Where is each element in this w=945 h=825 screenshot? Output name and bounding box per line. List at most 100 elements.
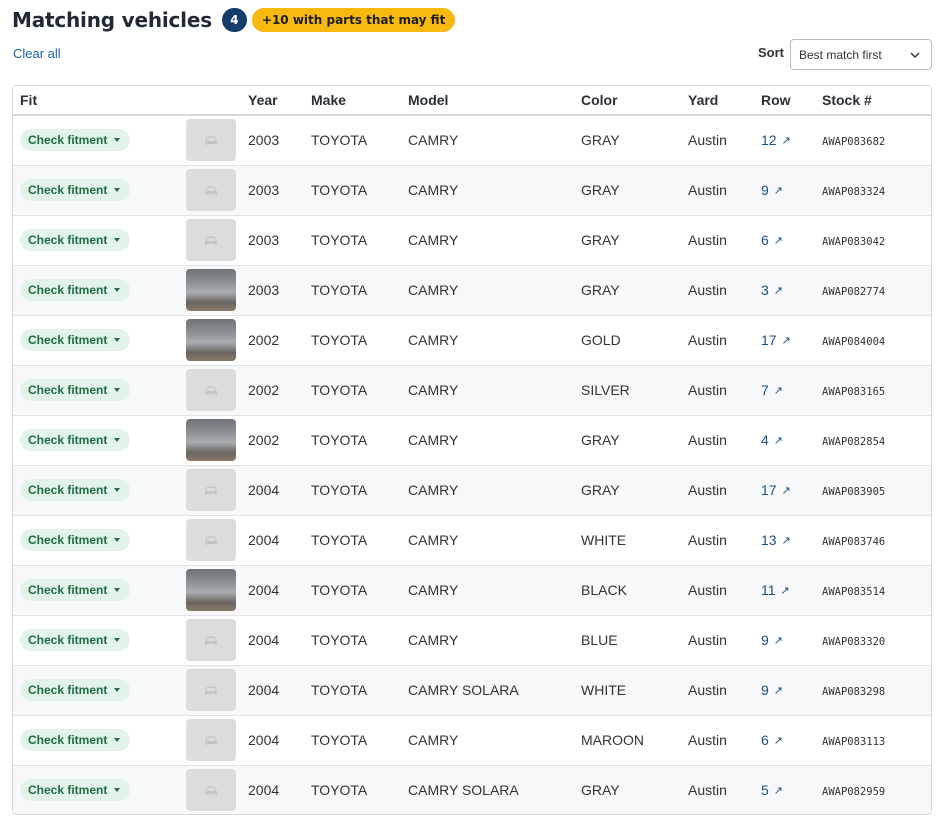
sort-selected-value: Best match first [799, 47, 882, 62]
color-cell: GRAY [581, 265, 688, 316]
stock-cell: AWAP082854 [822, 415, 931, 466]
table-row[interactable]: Check fitment 2002 TOYOTA CAMRY SILVER Austin… [13, 365, 931, 416]
row-link[interactable]: 17 ↗ [761, 332, 791, 348]
col-header-fit: Fit [13, 86, 186, 116]
page-title: Matching vehicles [12, 8, 212, 32]
col-header-make: Make [311, 86, 408, 116]
vehicle-thumbnail[interactable] [186, 469, 236, 511]
table-row[interactable]: Check fitment 2003 TOYOTA CAMRY GRAY Austin 6 ↗… [13, 215, 931, 266]
row-link[interactable]: 9 ↗ [761, 632, 783, 648]
table-row[interactable]: Check fitment 2004 TOYOTA CAMRY WHITE Austin 1… [13, 515, 931, 566]
row-link[interactable]: 11 ↗ [761, 582, 790, 598]
vehicle-thumbnail[interactable] [186, 219, 236, 261]
arrow-up-right-icon: ↗ [773, 284, 784, 297]
row-link[interactable]: 5 ↗ [761, 782, 783, 798]
check-fitment-button[interactable]: Check fitment [20, 729, 131, 751]
check-fitment-button[interactable]: Check fitment [20, 779, 131, 802]
fit-cell: Check fitment [13, 265, 186, 316]
model-cell: CAMRY [408, 615, 581, 666]
fit-cell: Check fitment [13, 215, 186, 266]
vehicle-thumbnail[interactable] [186, 369, 236, 411]
vehicle-thumbnail[interactable] [186, 619, 236, 661]
check-fitment-button[interactable]: Check fitment [20, 629, 131, 651]
check-fitment-button[interactable]: Check fitment [20, 329, 131, 351]
vehicles-table: Fit Year Make Model Color Yard Row Stock… [12, 85, 932, 815]
table-row[interactable]: Check fitment 2004 TOYOTA CAMRY SOLARA GRAY A… [13, 765, 931, 814]
table-row[interactable]: Check fitment 2004 TOYOTA CAMRY MAROON Austin… [13, 715, 931, 766]
row-link[interactable]: 12 ↗ [761, 132, 791, 148]
check-fitment-button[interactable]: Check fitment [20, 429, 131, 451]
table-row[interactable]: Check fitment 2003 TOYOTA CAMRY GRAY Austin 9 ↗… [13, 165, 931, 216]
vehicle-thumbnail[interactable] [186, 419, 236, 461]
row-link[interactable]: 6 ↗ [761, 732, 783, 748]
row-link[interactable]: 4 ↗ [761, 432, 783, 448]
car-placeholder-icon [205, 786, 217, 796]
stock-number: AWAP084004 [822, 336, 886, 348]
check-fitment-button[interactable]: Check fitment [20, 529, 131, 551]
check-fitment-button[interactable]: Check fitment [20, 229, 131, 251]
make-cell: TOYOTA [311, 565, 408, 616]
model-cell: CAMRY [408, 215, 581, 266]
table-row[interactable]: Check fitment 2004 TOYOTA CAMRY BLACK Austin 1… [13, 565, 931, 616]
table-row[interactable]: Check fitment 2003 TOYOTA CAMRY GRAY Austin 3 ↗… [13, 265, 931, 316]
row-link[interactable]: 7 ↗ [761, 382, 783, 398]
vehicle-thumbnail[interactable] [186, 319, 236, 361]
check-fitment-button[interactable]: Check fitment [20, 679, 131, 701]
fit-cell: Check fitment [13, 165, 186, 216]
table-row[interactable]: Check fitment 2004 TOYOTA CAMRY GRAY Austin 17… [13, 465, 931, 516]
vehicle-thumbnail[interactable] [186, 569, 236, 611]
vehicle-thumbnail[interactable] [186, 519, 236, 561]
stock-number: AWAP083042 [822, 236, 886, 248]
arrow-up-right-icon: ↗ [781, 534, 791, 547]
check-fitment-button[interactable]: Check fitment [20, 179, 131, 201]
row-cell: 6 ↗ [761, 715, 822, 766]
row-number: 7 [761, 382, 769, 398]
clear-all-link[interactable]: Clear all [13, 46, 61, 61]
row-link[interactable]: 13 ↗ [761, 532, 791, 548]
vehicle-thumbnail[interactable] [186, 669, 236, 711]
row-link[interactable]: 9 ↗ [761, 682, 783, 698]
car-placeholder-icon [205, 686, 217, 695]
vehicle-thumbnail[interactable] [186, 269, 236, 311]
may-fit-badge[interactable]: +10 with parts that may fit [251, 8, 456, 32]
vehicle-thumbnail[interactable] [186, 119, 236, 162]
row-link[interactable]: 6 ↗ [761, 232, 783, 248]
arrow-up-right-icon: ↗ [781, 134, 791, 147]
table-row[interactable]: Check fitment 2002 TOYOTA CAMRY GOLD Austin 17… [13, 315, 931, 366]
vehicle-thumbnail[interactable] [186, 769, 236, 812]
arrow-up-right-icon: ↗ [773, 434, 784, 447]
row-link[interactable]: 3 ↗ [761, 282, 783, 298]
year-cell: 2004 [248, 615, 311, 666]
fit-cell: Check fitment [13, 115, 186, 166]
yard-cell: Austin [688, 365, 761, 416]
year-cell: 2002 [248, 415, 311, 466]
row-link[interactable]: 17 ↗ [761, 482, 791, 498]
check-fitment-button[interactable]: Check fitment [20, 579, 131, 601]
table-row[interactable]: Check fitment 2002 TOYOTA CAMRY GRAY Austin 4 ↗… [13, 415, 931, 466]
table-row[interactable]: Check fitment 2004 TOYOTA CAMRY SOLARA WHITE… [13, 665, 931, 716]
vehicle-thumbnail[interactable] [186, 719, 236, 761]
row-link[interactable]: 9 ↗ [761, 182, 783, 198]
stock-number: AWAP083514 [822, 586, 886, 598]
fit-cell: Check fitment [13, 565, 186, 616]
col-header-year: Year [248, 86, 311, 116]
make-cell: TOYOTA [311, 515, 408, 566]
make-cell: TOYOTA [311, 315, 408, 366]
color-cell: BLACK [581, 565, 688, 616]
table-row[interactable]: Check fitment 2003 TOYOTA CAMRY GRAY Austin 12… [13, 115, 931, 166]
check-fitment-label: Check fitment [28, 333, 108, 347]
row-cell: 12 ↗ [761, 115, 822, 166]
check-fitment-label: Check fitment [28, 733, 108, 747]
check-fitment-button[interactable]: Check fitment [20, 479, 131, 501]
check-fitment-button[interactable]: Check fitment [20, 129, 131, 152]
fit-cell: Check fitment [13, 665, 186, 716]
table-row[interactable]: Check fitment 2004 TOYOTA CAMRY BLUE Austin 9 ↗… [13, 615, 931, 666]
vehicle-thumbnail[interactable] [186, 169, 236, 211]
sort-select[interactable]: Best match first [790, 39, 932, 70]
check-fitment-button[interactable]: Check fitment [20, 379, 131, 401]
year-cell: 2004 [248, 465, 311, 516]
check-fitment-button[interactable]: Check fitment [20, 279, 131, 301]
col-header-image [186, 86, 248, 116]
make-cell: TOYOTA [311, 215, 408, 266]
arrow-up-right-icon: ↗ [773, 384, 784, 397]
